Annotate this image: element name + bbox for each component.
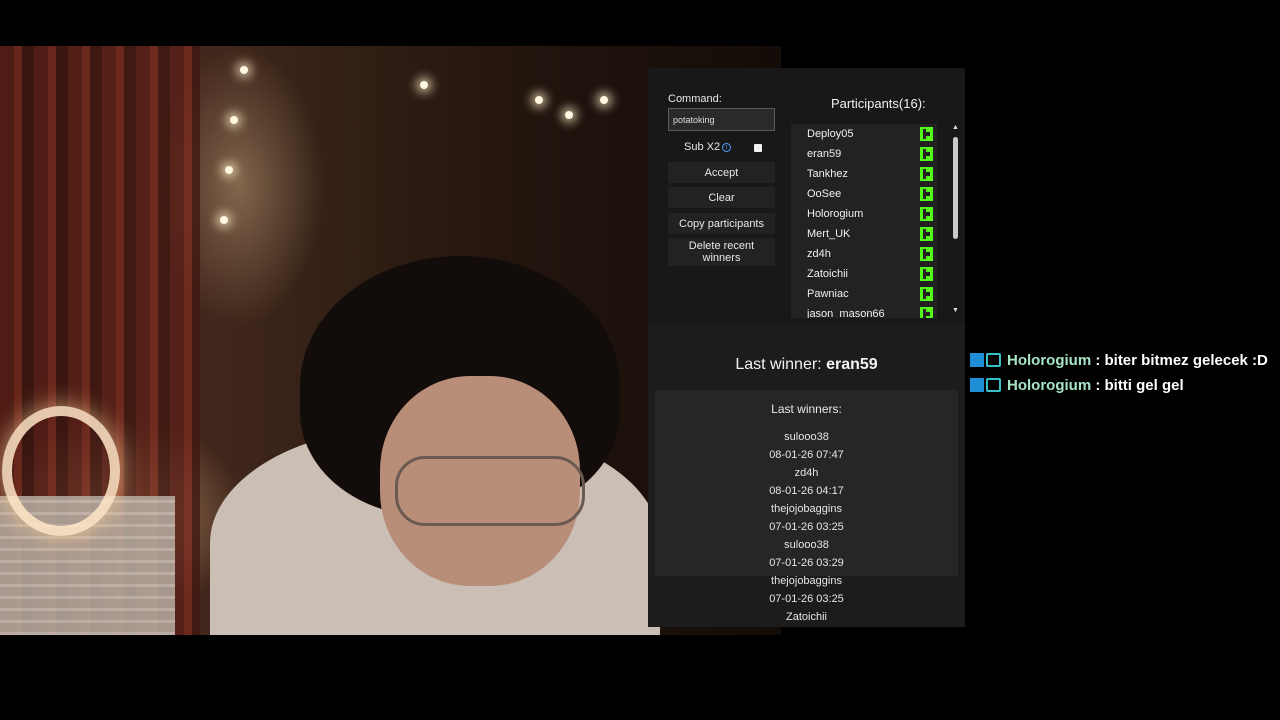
- command-label: Command:: [668, 93, 722, 105]
- participant-name: Tankhez: [807, 168, 848, 180]
- og-badge-icon: [986, 353, 1001, 367]
- kick-logo-icon: [920, 227, 933, 241]
- copy-participants-button[interactable]: Copy participants: [668, 213, 775, 234]
- kick-logo-icon: [920, 187, 933, 201]
- participant-row[interactable]: Mert_UK: [791, 224, 937, 244]
- ring-lamp: [2, 406, 120, 536]
- winner-time: 07-01-26 03:25: [769, 593, 844, 605]
- winner-time: 07-01-26 03:25: [769, 521, 844, 533]
- participant-name: Pawniac: [807, 288, 849, 300]
- participant-row[interactable]: Holorogium: [791, 204, 937, 224]
- participants-title: Participants(16):: [831, 96, 926, 111]
- participant-name: jason_mason66: [807, 308, 885, 318]
- winner-name: Zatoichii: [786, 611, 827, 623]
- participant-name: eran59: [807, 148, 842, 160]
- clear-button[interactable]: Clear: [668, 187, 775, 208]
- participant-row[interactable]: Pawniac: [791, 284, 937, 304]
- chat-username: Holorogium: [1007, 377, 1092, 394]
- scroll-up-icon[interactable]: ▲: [952, 124, 959, 131]
- kick-logo-icon: [920, 247, 933, 261]
- chat-text: : bitti gel gel: [1091, 377, 1184, 394]
- kick-logo-icon: [920, 307, 933, 318]
- glasses: [395, 456, 585, 526]
- chat-overlay: Holorogium : biter bitmez gelecek :D Hol…: [970, 348, 1275, 398]
- participant-name: Zatoichii: [807, 268, 848, 280]
- chat-text: : biter bitmez gelecek :D: [1091, 352, 1268, 369]
- kick-logo-icon: [920, 167, 933, 181]
- winner-time: 07-01-26 03:29: [769, 557, 844, 569]
- participant-name: Holorogium: [807, 208, 864, 220]
- command-input[interactable]: [668, 108, 775, 131]
- og-badge-icon: [986, 378, 1001, 392]
- winner-name: sulooo38: [784, 431, 829, 443]
- last-winners-title: Last winners:: [771, 402, 842, 416]
- delete-recent-winners-button[interactable]: Delete recent winners: [668, 238, 775, 266]
- kick-logo-icon: [920, 287, 933, 301]
- badge-icon: [970, 353, 984, 367]
- badge-icon: [970, 378, 984, 392]
- participant-row[interactable]: Zatoichii: [791, 264, 937, 284]
- kick-logo-icon: [920, 267, 933, 281]
- winner-time: 08-01-26 04:17: [769, 485, 844, 497]
- participant-name: zd4h: [807, 248, 831, 260]
- winner-name: zd4h: [794, 467, 819, 479]
- last-winners-list: sulooo38 08-01-26 07:47 zd4h 08-01-26 04…: [648, 430, 965, 627]
- accept-button[interactable]: Accept: [668, 162, 775, 183]
- subx2-label: Sub X2: [684, 141, 721, 153]
- participant-row[interactable]: eran59: [791, 144, 937, 164]
- participants-list[interactable]: Deploy05 eran59 Tankhez OoSee Holorogium…: [791, 124, 937, 318]
- last-winner: Last winner: eran59: [648, 356, 965, 374]
- kick-logo-icon: [920, 127, 933, 141]
- chat-username: Holorogium: [1007, 352, 1092, 369]
- scroll-down-icon[interactable]: ▼: [952, 307, 959, 314]
- participant-row[interactable]: Tankhez: [791, 164, 937, 184]
- winner-name: thejojobaggins: [771, 503, 842, 515]
- last-winner-label: Last winner:: [735, 356, 822, 373]
- participant-name: Deploy05: [807, 128, 854, 140]
- participant-name: Mert_UK: [807, 228, 851, 240]
- participant-row[interactable]: zd4h: [791, 244, 937, 264]
- participant-name: OoSee: [807, 188, 842, 200]
- winner-name: sulooo38: [784, 539, 829, 551]
- kick-logo-icon: [920, 147, 933, 161]
- last-winner-name: eran59: [826, 356, 878, 373]
- participant-row[interactable]: jason_mason66: [791, 304, 937, 318]
- participant-row[interactable]: OoSee: [791, 184, 937, 204]
- subx2-checkbox[interactable]: [754, 144, 762, 152]
- winner-name: thejojobaggins: [771, 575, 842, 587]
- chat-message: Holorogium : bitti gel gel: [970, 373, 1275, 398]
- participant-row[interactable]: Deploy05: [791, 124, 937, 144]
- participants-scrollbar[interactable]: ▲ ▼: [951, 124, 960, 318]
- info-icon[interactable]: i: [722, 143, 731, 152]
- scroll-thumb[interactable]: [953, 137, 958, 239]
- kick-logo-icon: [920, 207, 933, 221]
- winner-time: 08-01-26 07:47: [769, 449, 844, 461]
- giveaway-panel: Command: Sub X2 i Accept Clear Copy part…: [648, 68, 965, 627]
- chat-message: Holorogium : biter bitmez gelecek :D: [970, 348, 1275, 373]
